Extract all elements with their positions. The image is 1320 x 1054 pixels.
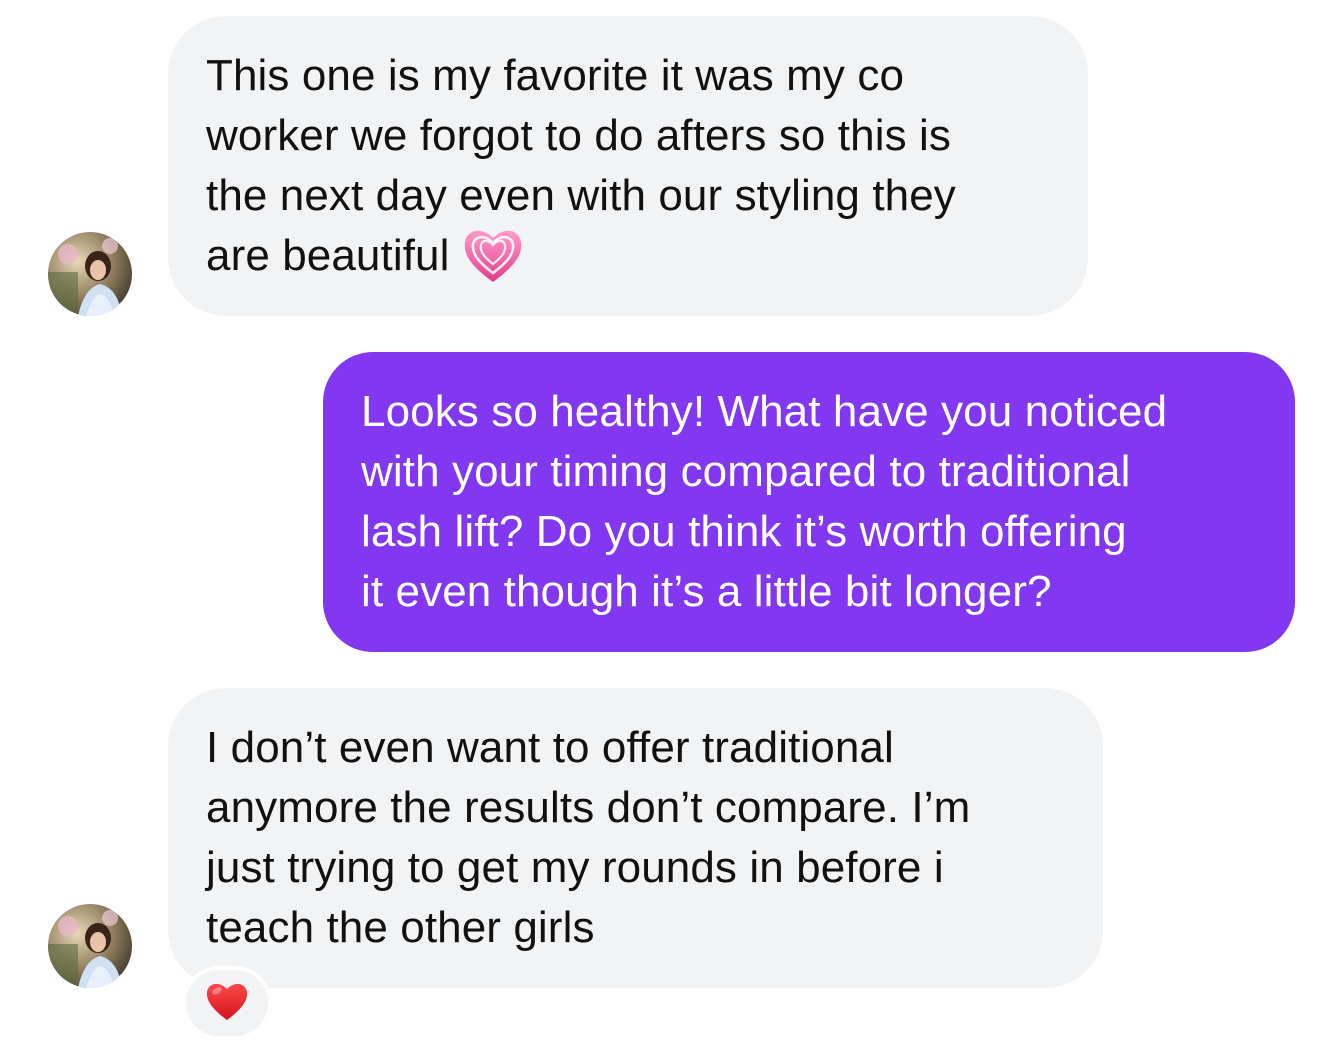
message-line: anymore the results don’t compare. I’m bbox=[206, 783, 971, 832]
message-line: Looks so healthy! What have you noticed bbox=[361, 387, 1168, 436]
message-line-text: are beautiful bbox=[206, 231, 450, 280]
avatar-photo bbox=[48, 232, 132, 316]
incoming-message[interactable]: This one is my favorite it was my co wor… bbox=[168, 16, 1088, 316]
message-line: I don’t even want to offer traditional bbox=[206, 723, 894, 772]
growing-heart-icon bbox=[461, 224, 525, 284]
red-heart-icon bbox=[205, 980, 249, 1027]
message-line: just trying to get my rounds in before i bbox=[206, 843, 944, 892]
avatar-photo bbox=[48, 904, 132, 988]
message-line: it even though it’s a little bit longer? bbox=[361, 567, 1052, 616]
reaction-badge[interactable] bbox=[182, 966, 272, 1040]
scroll-indicator bbox=[1306, 1048, 1314, 1054]
outgoing-message[interactable]: Looks so healthy! What have you noticed … bbox=[323, 352, 1295, 652]
message-line-last: are beautiful bbox=[206, 226, 1050, 288]
message-line: lash lift? Do you think it’s worth offer… bbox=[361, 507, 1127, 556]
message-line: teach the other girls bbox=[206, 903, 595, 952]
message-thread: This one is my favorite it was my co wor… bbox=[0, 0, 1320, 1054]
message-line: This one is my favorite it was my co bbox=[206, 51, 905, 100]
incoming-message[interactable]: I don’t even want to offer traditional a… bbox=[168, 688, 1103, 988]
sender-avatar[interactable] bbox=[48, 232, 132, 316]
message-line: with your timing compared to traditional bbox=[361, 447, 1131, 496]
message-line: worker we forgot to do afters so this is bbox=[206, 111, 951, 160]
sender-avatar[interactable] bbox=[48, 904, 132, 988]
message-line: the next day even with our styling they bbox=[206, 171, 956, 220]
